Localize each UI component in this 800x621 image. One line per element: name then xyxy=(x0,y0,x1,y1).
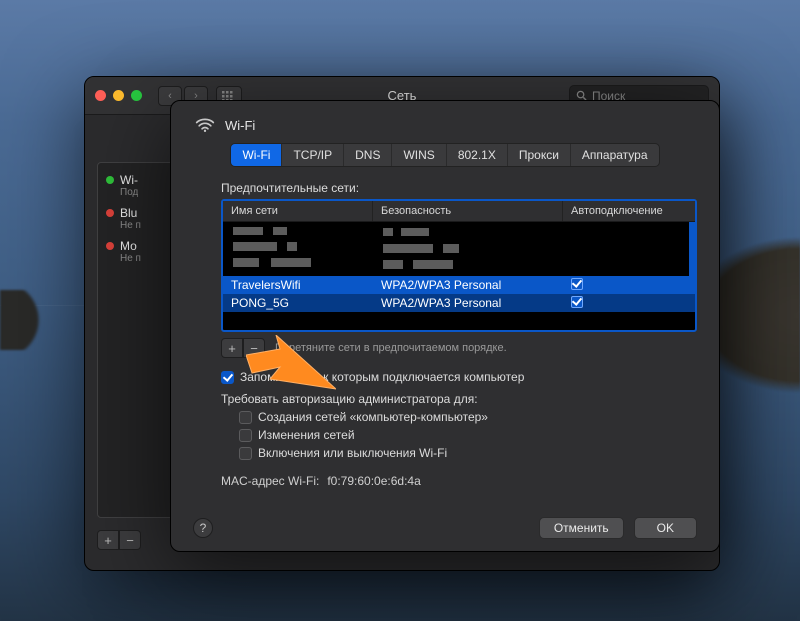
admin-opt-toggle[interactable]: Включения или выключения Wi-Fi xyxy=(239,444,697,462)
autojoin-checkbox[interactable] xyxy=(571,278,583,290)
remember-label: Запомин сети, к которым подключается ком… xyxy=(240,370,524,384)
admin-opt-change[interactable]: Изменения сетей xyxy=(239,426,697,444)
status-dot-icon xyxy=(106,176,114,184)
column-security[interactable]: Безопасность xyxy=(373,201,563,221)
cell-security: WPA2/WPA3 Personal xyxy=(373,295,563,311)
autojoin-checkbox[interactable] xyxy=(571,296,583,308)
cell-autojoin[interactable] xyxy=(563,277,695,294)
network-row[interactable]: PONG_5G WPA2/WPA3 Personal xyxy=(223,294,695,312)
remember-checkbox[interactable] xyxy=(221,371,234,384)
status-dot-icon xyxy=(106,209,114,217)
tab-hardware[interactable]: Аппаратура xyxy=(571,144,659,166)
help-button[interactable]: ? xyxy=(193,518,213,538)
zoom-window-button[interactable] xyxy=(131,90,142,101)
remove-interface-button[interactable]: − xyxy=(119,530,141,550)
tab-bar: Wi-Fi TCP/IP DNS WINS 802.1X Прокси Аппа… xyxy=(230,143,659,167)
column-autojoin[interactable]: Автоподключение xyxy=(563,201,695,221)
window-controls xyxy=(95,90,142,101)
require-admin-label: Требовать авторизацию администратора для… xyxy=(221,390,697,408)
mac-address-row: MAC-адрес Wi-Fi: f0:79:60:0e:6d:4a xyxy=(221,474,697,488)
remember-networks-row[interactable]: Запомин сети, к которым подключается ком… xyxy=(221,368,697,386)
remove-network-button[interactable]: − xyxy=(243,338,265,358)
tab-wins[interactable]: WINS xyxy=(392,144,446,166)
wallpaper-island-left xyxy=(0,290,60,350)
wifi-icon xyxy=(195,117,215,133)
admin-opt-create[interactable]: Создания сетей «компьютер-компьютер» xyxy=(239,408,697,426)
preferred-networks-label: Предпочтительные сети: xyxy=(221,181,697,195)
minimize-window-button[interactable] xyxy=(113,90,124,101)
cell-network-name: PONG_5G xyxy=(223,295,373,311)
drag-hint: Перетяните сети в предпочитаемом порядке… xyxy=(275,342,507,354)
sheet-title: Wi-Fi xyxy=(225,118,255,133)
cell-autojoin[interactable] xyxy=(563,295,695,312)
mac-value: f0:79:60:0e:6d:4a xyxy=(327,474,420,488)
tab-dns[interactable]: DNS xyxy=(344,144,392,166)
wifi-advanced-sheet: Wi-Fi Wi-Fi TCP/IP DNS WINS 802.1X Прокс… xyxy=(170,100,720,552)
network-row[interactable]: TravelersWifi WPA2/WPA3 Personal xyxy=(223,276,695,294)
sheet-header: Wi-Fi xyxy=(195,117,697,133)
interface-add-remove: + − xyxy=(97,530,141,550)
checkbox[interactable] xyxy=(239,447,252,460)
checkbox[interactable] xyxy=(239,411,252,424)
add-network-button[interactable]: + xyxy=(221,338,243,358)
column-network-name[interactable]: Имя сети xyxy=(223,201,373,221)
cancel-button[interactable]: Отменить xyxy=(539,517,624,539)
tab-8021x[interactable]: 802.1X xyxy=(447,144,508,166)
close-window-button[interactable] xyxy=(95,90,106,101)
checkbox[interactable] xyxy=(239,429,252,442)
status-dot-icon xyxy=(106,242,114,250)
add-interface-button[interactable]: + xyxy=(97,530,119,550)
cell-security: WPA2/WPA3 Personal xyxy=(373,277,563,293)
tab-proxies[interactable]: Прокси xyxy=(508,144,571,166)
tab-wifi[interactable]: Wi-Fi xyxy=(231,144,282,166)
ok-button[interactable]: OK xyxy=(634,517,697,539)
cell-network-name: TravelersWifi xyxy=(223,277,373,293)
tab-tcpip[interactable]: TCP/IP xyxy=(282,144,344,166)
mac-label: MAC-адрес Wi-Fi: xyxy=(221,474,319,488)
redacted-rows xyxy=(223,222,695,276)
network-add-remove: + − xyxy=(221,338,265,358)
preferred-networks-table[interactable]: Имя сети Безопасность Автоподключение xyxy=(221,199,697,332)
